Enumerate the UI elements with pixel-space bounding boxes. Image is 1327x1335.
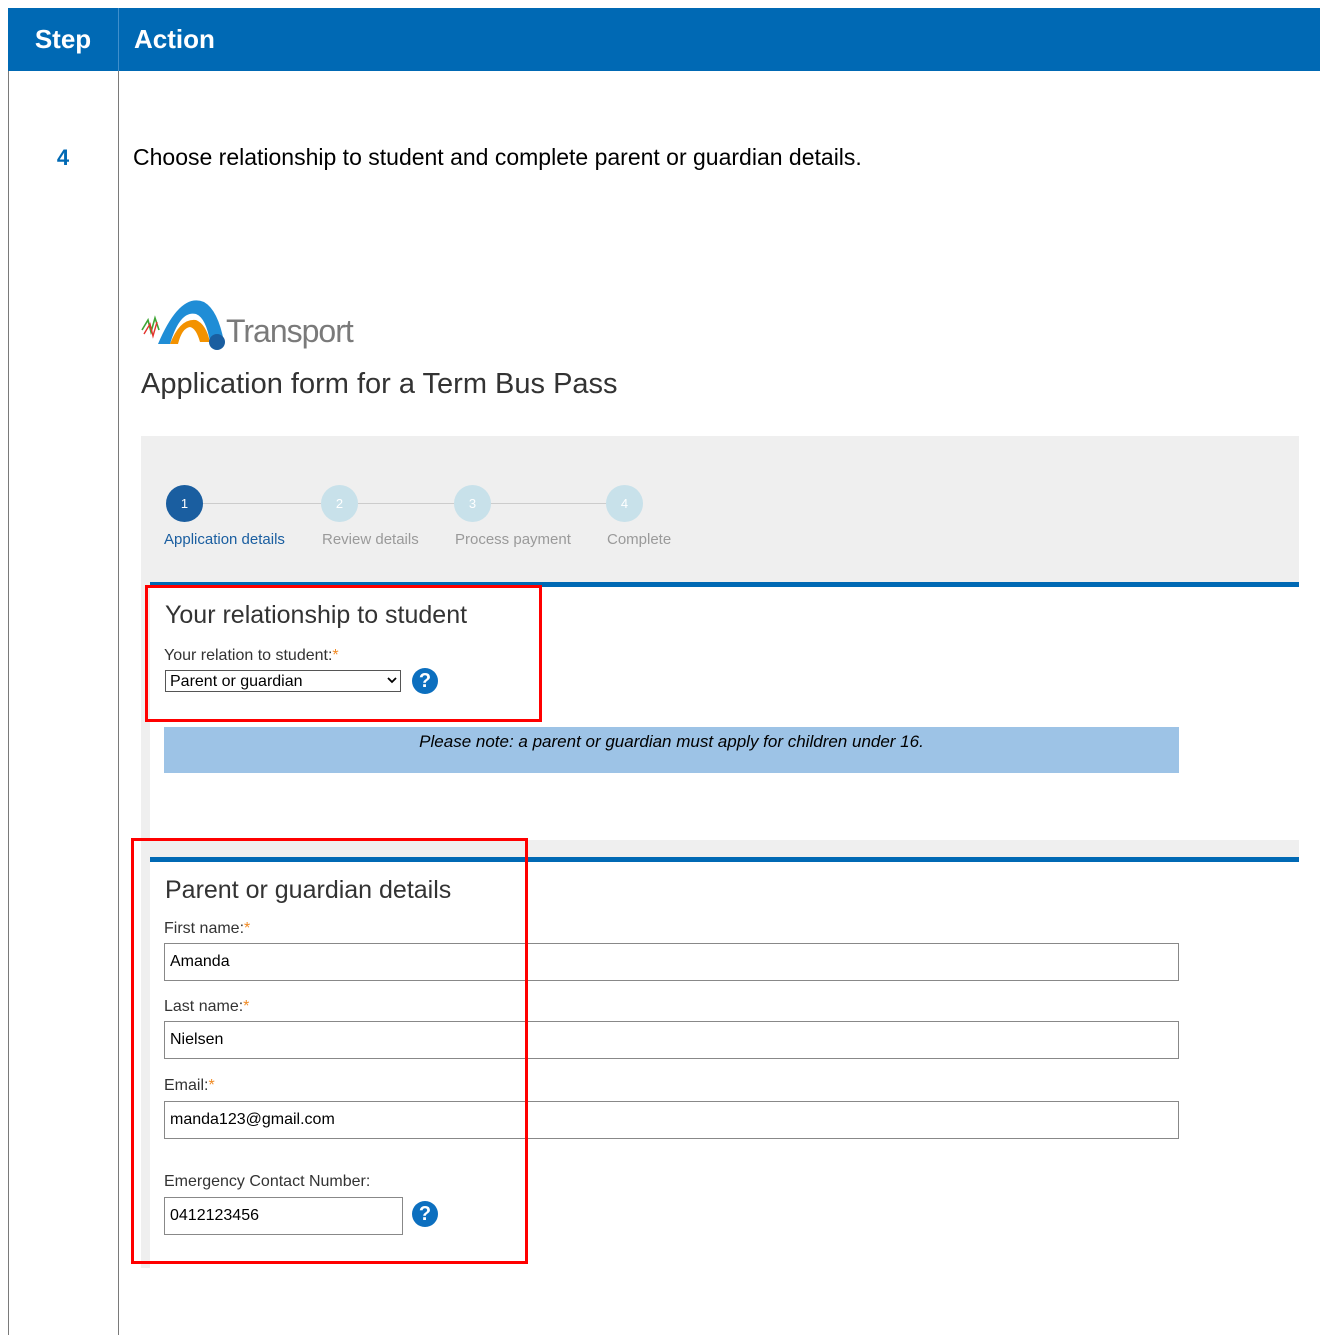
stepper-step-1: 1 — [166, 485, 203, 522]
header-divider — [118, 8, 119, 71]
table-border-middle — [118, 71, 119, 1335]
step-number: 4 — [56, 145, 70, 170]
header-action: Action — [134, 24, 215, 54]
table-header: Step Action — [8, 8, 1320, 71]
stepper-label-3: Process payment — [455, 531, 571, 548]
stepper-label-4: Complete — [607, 531, 672, 548]
stepper-connector — [491, 503, 606, 504]
logo-text: Transport — [226, 313, 354, 349]
highlight-relationship — [145, 585, 542, 722]
stepper-step-3: 3 — [454, 485, 491, 522]
step-instruction: Choose relationship to student and compl… — [133, 144, 862, 170]
note-text: Please note: a parent or guardian must a… — [419, 732, 924, 751]
highlight-guardian — [131, 838, 528, 1264]
note-banner: Please note: a parent or guardian must a… — [164, 727, 1179, 773]
stepper-connector — [203, 503, 321, 504]
stepper-connector — [358, 503, 454, 504]
stepper-step-4: 4 — [606, 485, 643, 522]
header-step: Step — [34, 24, 92, 54]
form-title: Application form for a Term Bus Pass — [141, 368, 618, 400]
table-border-left — [8, 71, 9, 1335]
stepper-step-2: 2 — [321, 485, 358, 522]
stepper-label-1: Application details — [164, 531, 285, 548]
stepper-label-2: Review details — [322, 531, 419, 548]
